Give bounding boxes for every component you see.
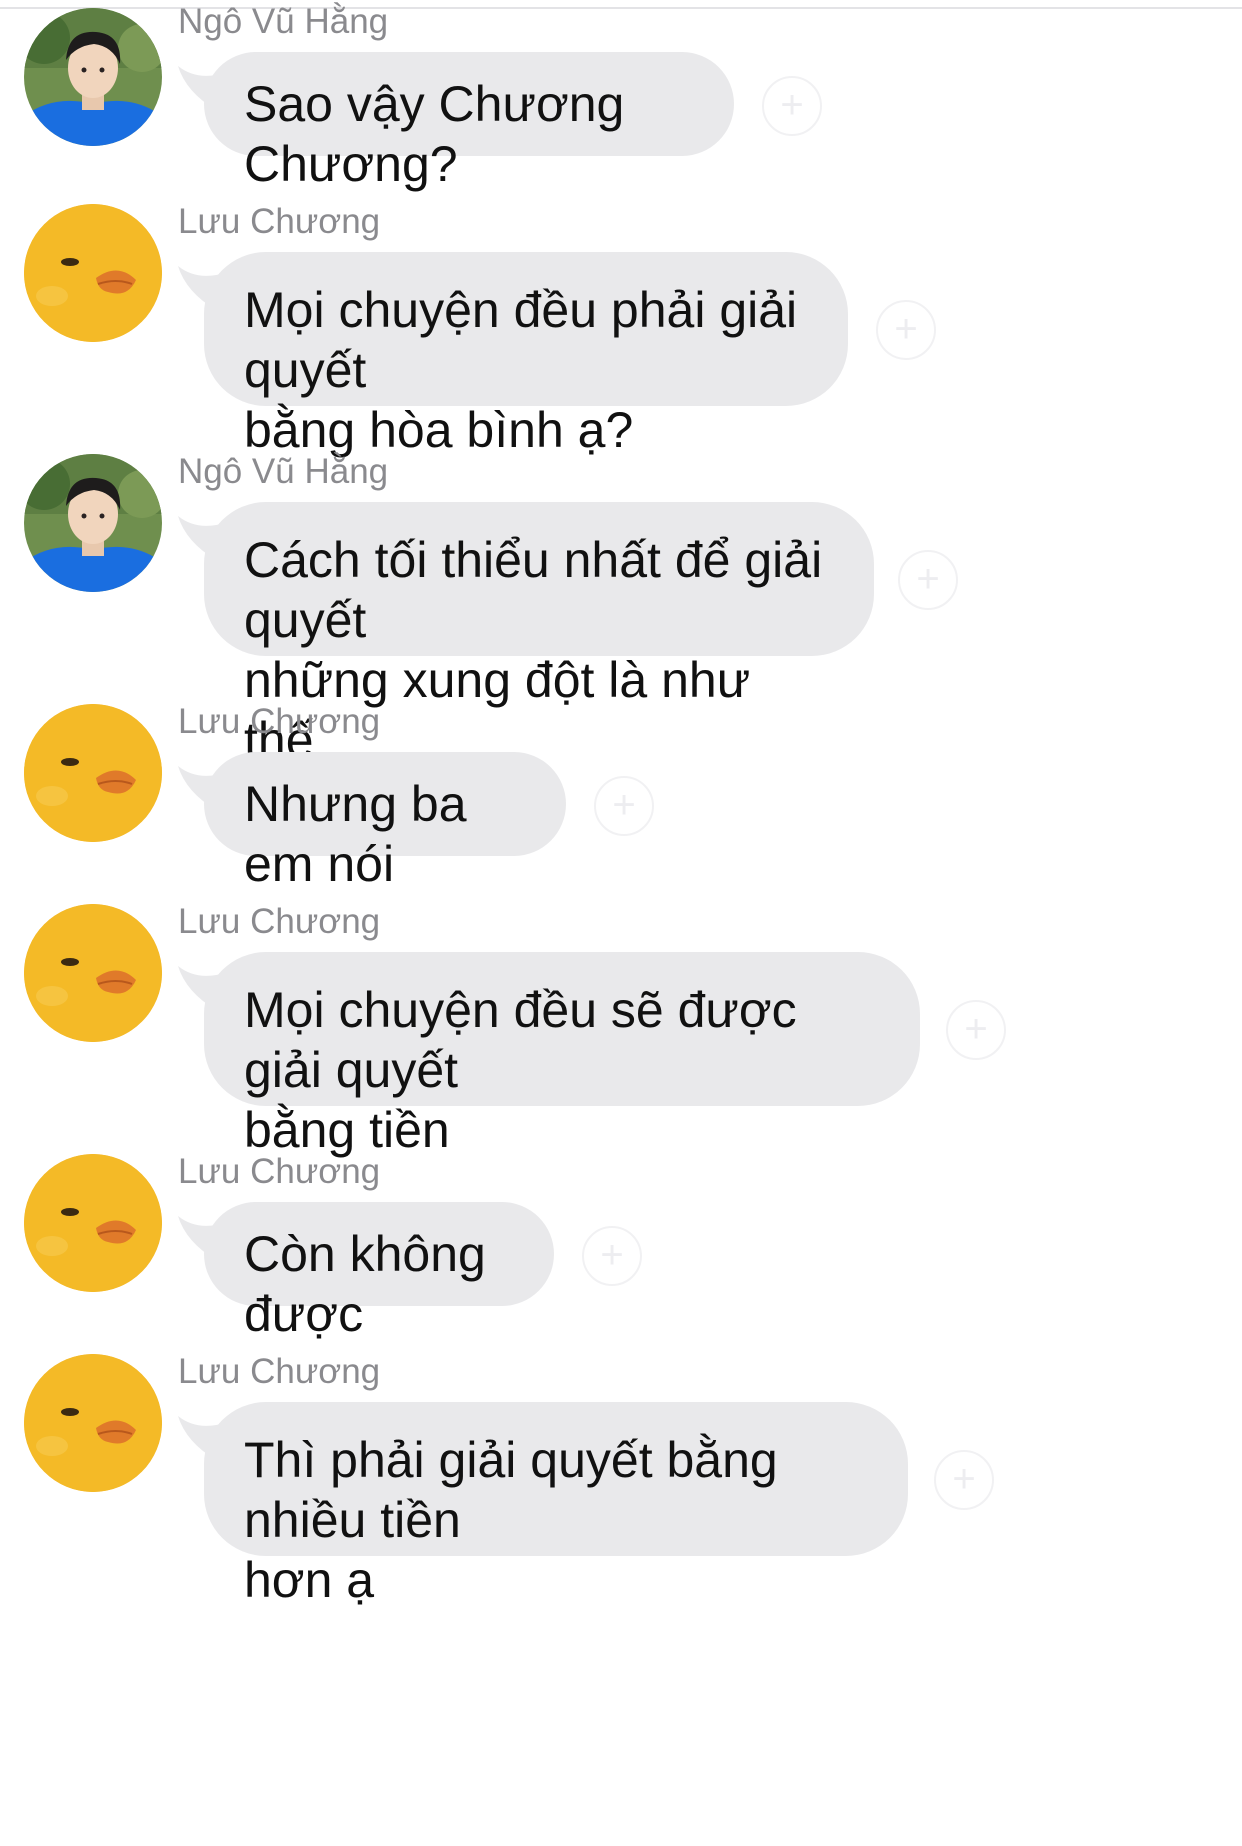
add-reaction-icon[interactable]: + (762, 76, 822, 136)
avatar[interactable] (24, 1354, 162, 1492)
sender-name: Lưu Chương (178, 202, 381, 241)
duck-avatar-icon (24, 204, 162, 342)
message-bubble[interactable]: Mọi chuyện đều sẽ được giải quyết bằng t… (204, 952, 920, 1158)
sender-name: Lưu Chương (178, 902, 381, 941)
avatar[interactable] (24, 904, 162, 1042)
sender-name: Ngô Vũ Hằng (178, 2, 389, 41)
boy-photo-avatar-icon (24, 454, 162, 592)
add-reaction-icon[interactable]: + (898, 550, 958, 610)
message-bubble[interactable]: Sao vậy Chương Chương? (204, 52, 734, 192)
add-reaction-icon[interactable]: + (934, 1450, 994, 1510)
sender-name: Lưu Chương (178, 702, 381, 741)
message-bubble[interactable]: Cách tối thiểu nhất để giải quyết những … (204, 502, 874, 768)
avatar[interactable] (24, 454, 162, 592)
sender-name: Lưu Chương (178, 1352, 381, 1391)
boy-photo-avatar-icon (24, 8, 162, 146)
duck-avatar-icon (24, 1154, 162, 1292)
avatar[interactable] (24, 204, 162, 342)
message-bubble[interactable]: Nhưng ba em nói (204, 752, 566, 892)
message-bubble[interactable]: Thì phải giải quyết bằng nhiều tiền hơn … (204, 1402, 908, 1608)
message-list: Ngô Vũ Hằng Sao vậy Chương Chương? + Lưu… (0, 0, 1242, 1846)
add-reaction-icon[interactable]: + (594, 776, 654, 836)
add-reaction-icon[interactable]: + (582, 1226, 642, 1286)
avatar[interactable] (24, 704, 162, 842)
add-reaction-icon[interactable]: + (876, 300, 936, 360)
message-bubble[interactable]: Còn không được (204, 1202, 554, 1342)
duck-avatar-icon (24, 904, 162, 1042)
add-reaction-icon[interactable]: + (946, 1000, 1006, 1060)
message-bubble[interactable]: Mọi chuyện đều phải giải quyết bằng hòa … (204, 252, 848, 458)
avatar[interactable] (24, 8, 162, 146)
sender-name: Ngô Vũ Hằng (178, 452, 389, 491)
avatar[interactable] (24, 1154, 162, 1292)
sender-name: Lưu Chương (178, 1152, 381, 1191)
duck-avatar-icon (24, 704, 162, 842)
duck-avatar-icon (24, 1354, 162, 1492)
